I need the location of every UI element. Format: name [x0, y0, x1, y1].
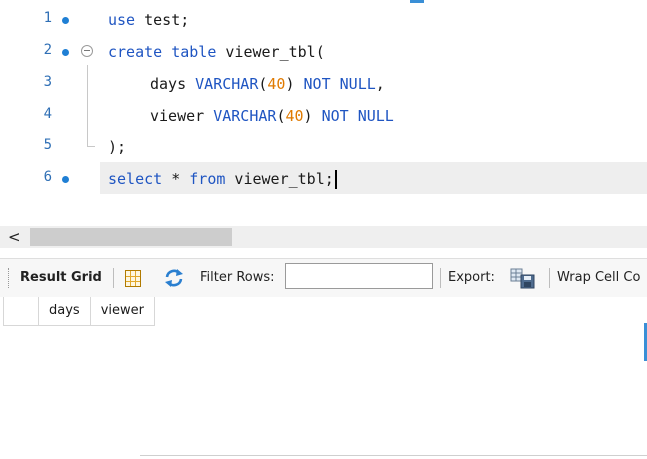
scroll-left-icon[interactable]: <: [8, 226, 22, 248]
toolbar-separator: [440, 268, 441, 288]
scrollbar-thumb[interactable]: [30, 228, 232, 246]
keyword: NOT NULL: [321, 107, 394, 125]
code-text: test;: [135, 11, 190, 29]
keyword: VARCHAR: [195, 75, 259, 93]
toolbar-grip[interactable]: [8, 268, 11, 288]
code-line-3[interactable]: days VARCHAR(40) NOT NULL,: [150, 68, 385, 100]
code-line-6[interactable]: select * from viewer_tbl;: [108, 163, 337, 195]
column-header-viewer[interactable]: viewer: [91, 297, 155, 325]
result-grid-tab[interactable]: Result Grid: [20, 259, 102, 297]
code-text: viewer_tbl;: [225, 170, 334, 188]
filter-rows-input[interactable]: [285, 263, 433, 289]
toolbar-separator: [113, 268, 114, 288]
statement-marker-icon: [62, 17, 69, 24]
grid-header-row: days viewer: [3, 297, 155, 326]
line-number: 1: [43, 10, 52, 26]
sql-editor[interactable]: 1 2 3 4 5 6 use test; create table viewe…: [0, 0, 647, 197]
gutter-line-3[interactable]: 3: [0, 68, 100, 100]
code-line-4[interactable]: viewer VARCHAR(40) NOT NULL: [150, 100, 394, 132]
row-header-corner[interactable]: [3, 297, 39, 325]
line-number: 5: [43, 137, 52, 153]
statement-marker-icon: [62, 176, 69, 183]
code-text: viewer_tbl(: [216, 43, 325, 61]
code-line-2[interactable]: create table viewer_tbl(: [108, 36, 325, 68]
grid-layout-icon[interactable]: [125, 270, 141, 287]
keyword: VARCHAR: [213, 107, 277, 125]
gutter-line-4[interactable]: 4: [0, 100, 100, 132]
code-text: );: [108, 138, 127, 156]
filter-rows-label: Filter Rows:: [200, 270, 275, 285]
gutter-line-5[interactable]: 5: [0, 131, 100, 163]
paren: ): [285, 75, 295, 93]
keyword: table: [171, 43, 217, 61]
keyword: NOT NULL: [303, 75, 376, 93]
column-header-days[interactable]: days: [39, 297, 91, 325]
wrap-cell-content-button[interactable]: Wrap Cell Co: [557, 259, 640, 297]
column-name: days: [150, 75, 187, 93]
gutter-line-6[interactable]: 6: [0, 163, 100, 195]
column-name: viewer: [150, 107, 205, 125]
code-text: *: [162, 170, 190, 188]
paren: ): [303, 107, 313, 125]
fold-guide-end: [87, 146, 95, 147]
line-number: 2: [43, 42, 52, 58]
toolbar-separator: [549, 268, 550, 288]
export-label: Export:: [448, 270, 495, 285]
keyword: use: [108, 11, 136, 29]
result-grid[interactable]: days viewer: [0, 297, 647, 459]
refresh-icon[interactable]: [163, 268, 185, 288]
keyword: create: [108, 43, 163, 61]
fold-collapse-icon[interactable]: [81, 45, 93, 57]
result-toolbar: Result Grid Filter Rows: Export: Wrap Ce…: [0, 258, 647, 298]
statement-marker-icon: [62, 49, 69, 56]
line-number: 3: [43, 74, 52, 90]
text-cursor: [334, 170, 337, 189]
divider: [140, 455, 647, 456]
line-number: 6: [43, 169, 52, 185]
line-number: 4: [43, 106, 52, 122]
code-line-1[interactable]: use test;: [108, 4, 189, 36]
code-line-5[interactable]: );: [108, 131, 126, 163]
number-literal: 40: [285, 107, 304, 125]
gutter-line-2[interactable]: 2: [0, 36, 100, 68]
scroll-marker: [410, 0, 424, 3]
keyword: from: [189, 170, 226, 188]
export-save-icon[interactable]: [510, 267, 536, 289]
code-text: ,: [375, 75, 385, 93]
keyword: select: [108, 170, 163, 188]
fold-guide: [87, 65, 88, 147]
gutter-line-1[interactable]: 1: [0, 4, 100, 36]
horizontal-scrollbar[interactable]: <: [0, 226, 647, 248]
number-literal: 40: [267, 75, 286, 93]
